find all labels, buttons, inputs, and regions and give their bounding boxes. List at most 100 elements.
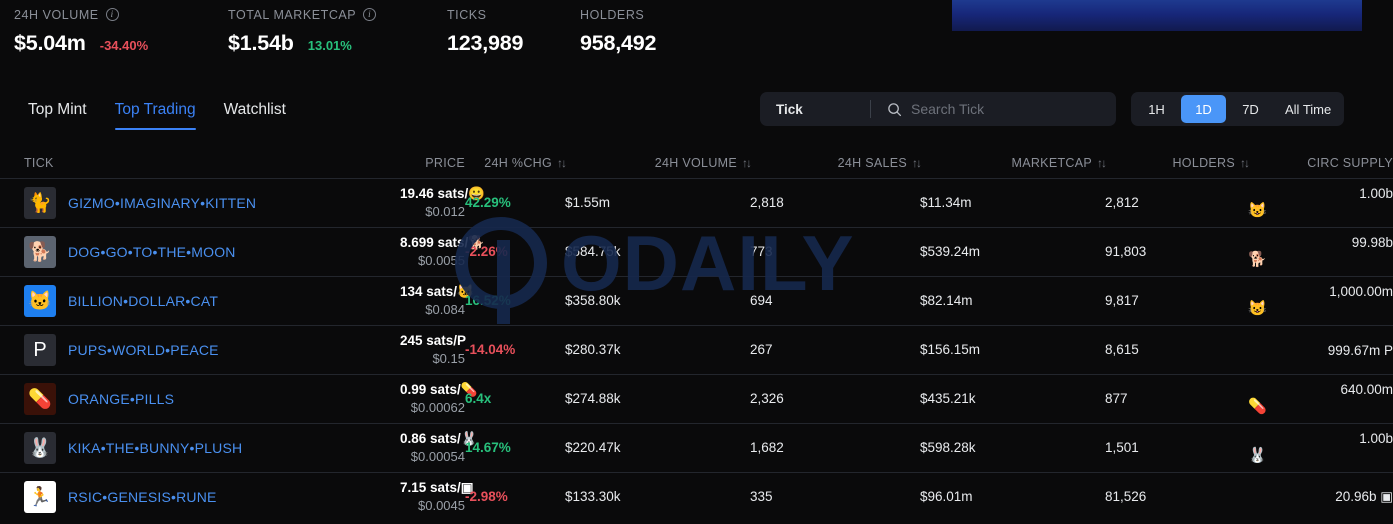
cell-24h-sales: 335: [750, 488, 920, 506]
cell-24h-chg: -14.04%: [465, 341, 565, 359]
cell-tick: 🐱 BILLION•DOLLAR•CAT: [0, 285, 400, 317]
range-1h[interactable]: 1H: [1134, 95, 1179, 123]
stat-card-total-marketcap: TOTAL MARKETCAP i $1.54b 13.01%: [228, 6, 377, 56]
cell-circ-supply: 999.67m P: [1248, 343, 1393, 358]
cell-marketcap-value: $11.34m: [920, 195, 972, 210]
cell-24h-chg: 14.67%: [465, 439, 565, 457]
cell-marketcap: $156.15m: [920, 341, 1105, 359]
column-header-tick[interactable]: TICK: [0, 156, 400, 170]
change-value: 14.67%: [465, 440, 511, 455]
table-row[interactable]: 🐱 BILLION•DOLLAR•CAT 134 sats/🐱 $0.084 16.52…: [0, 276, 1393, 325]
price-sats: 0.99 sats/💊: [400, 381, 478, 397]
cell-holders: 1,501: [1105, 439, 1248, 457]
page-root: 24H VOLUME i $5.04m -34.40% TOTAL MARKETCAP i…: [0, 0, 1393, 524]
cell-marketcap: $96.01m: [920, 488, 1105, 506]
cell-tick: P PUPS•WORLD•PEACE: [0, 334, 400, 366]
table-body: 🐈 GIZMO•IMAGINARY•KITTEN 19.46 sats/😀 $0.01…: [0, 178, 1393, 521]
cell-24h-chg: 16.52%: [465, 292, 565, 310]
cell-24h-volume: $274.88k: [565, 390, 750, 408]
cell-marketcap: $539.24m: [920, 243, 1105, 261]
tick-name-link[interactable]: ORANGE•PILLS: [68, 391, 174, 407]
avatar: 🐰: [24, 432, 56, 464]
tick-name-link[interactable]: DOG•GO•TO•THE•MOON: [68, 244, 236, 260]
cell-24h-sales: 267: [750, 341, 920, 359]
change-value: -2.98%: [465, 489, 508, 504]
cell-price: 8.699 sats/🐕 $0.0055: [400, 234, 485, 271]
tab-bar: Top Mint Top Trading Watchlist: [14, 95, 300, 130]
column-header-holders[interactable]: HOLDERS ↑↓: [1105, 156, 1250, 170]
stat-label-text: 24H VOLUME: [14, 7, 99, 22]
search-icon: [887, 102, 902, 117]
cell-holders-value: 91,803: [1105, 244, 1147, 259]
cell-24h-volume-value: $274.88k: [565, 391, 621, 406]
search-input[interactable]: [911, 101, 1116, 117]
supply-token-icon: 💊: [1248, 398, 1267, 415]
cell-24h-sales-value: 335: [750, 489, 773, 504]
range-7d[interactable]: 7D: [1228, 95, 1273, 123]
tick-name-link[interactable]: BILLION•DOLLAR•CAT: [68, 293, 218, 309]
column-header-marketcap[interactable]: MARKETCAP ↑↓: [920, 156, 1108, 170]
sort-icon: ↑↓: [912, 156, 922, 170]
column-header-24h-chg[interactable]: 24H %CHG ↑↓: [465, 156, 567, 170]
tick-name-link[interactable]: KIKA•THE•BUNNY•PLUSH: [68, 440, 242, 456]
cell-holders: 8,615: [1105, 341, 1248, 359]
stat-value: 958,492: [580, 31, 657, 55]
table-row[interactable]: 🐕 DOG•GO•TO•THE•MOON 8.699 sats/🐕 $0.0055 -2…: [0, 227, 1393, 276]
info-icon[interactable]: i: [105, 8, 119, 21]
cell-24h-volume: $280.37k: [565, 341, 750, 359]
price-usd: $0.0055: [418, 253, 465, 269]
cell-circ-supply: 1.00b 🐰: [1248, 431, 1393, 465]
price-sats: 7.15 sats/▣: [400, 479, 474, 495]
cell-marketcap: $82.14m: [920, 292, 1105, 310]
cell-marketcap-value: $82.14m: [920, 293, 973, 308]
table-row[interactable]: 🏃 RSIC•GENESIS•RUNE 7.15 sats/▣ $0.0045 -2.9…: [0, 472, 1393, 521]
stats-strip: 24H VOLUME i $5.04m -34.40% TOTAL MARKETCAP i…: [0, 0, 1393, 72]
sort-icon: ↑↓: [742, 156, 752, 170]
table-row[interactable]: 🐈 GIZMO•IMAGINARY•KITTEN 19.46 sats/😀 $0.01…: [0, 178, 1393, 227]
table-row[interactable]: 🐰 KIKA•THE•BUNNY•PLUSH 0.86 sats/🐰 $0.00054…: [0, 423, 1393, 472]
change-value: -14.04%: [465, 342, 516, 357]
cell-24h-chg: 42.29%: [465, 194, 565, 212]
cell-24h-volume: $1.55m: [565, 194, 750, 212]
sort-icon: ↑↓: [1097, 156, 1107, 170]
cell-24h-chg: -2.26%: [465, 243, 565, 261]
stat-value-row: 123,989: [447, 31, 524, 56]
range-all-time[interactable]: All Time: [1275, 95, 1341, 123]
tab-watchlist[interactable]: Watchlist: [210, 95, 300, 130]
stat-label: 24H VOLUME i: [14, 6, 148, 23]
range-1d[interactable]: 1D: [1181, 95, 1226, 123]
cell-tick: 💊 ORANGE•PILLS: [0, 383, 400, 415]
time-range-toggle: 1H 1D 7D All Time: [1131, 92, 1345, 126]
cell-price: 0.99 sats/💊 $0.00062: [400, 381, 478, 418]
column-header-circ-supply[interactable]: CIRC SUPPLY: [1248, 156, 1393, 170]
info-icon[interactable]: i: [363, 8, 377, 21]
circ-supply-value: 1.00b: [1359, 431, 1393, 446]
tick-name-link[interactable]: PUPS•WORLD•PEACE: [68, 342, 219, 358]
cell-marketcap: $435.21k: [920, 390, 1105, 408]
search-box[interactable]: Tick: [760, 92, 1116, 126]
cell-24h-sales: 2,326: [750, 390, 920, 408]
avatar: 🏃: [24, 481, 56, 513]
tick-name-link[interactable]: RSIC•GENESIS•RUNE: [68, 489, 217, 505]
cell-tick: 🐈 GIZMO•IMAGINARY•KITTEN: [0, 187, 400, 219]
tab-top-mint[interactable]: Top Mint: [14, 95, 101, 130]
column-header-24h-volume[interactable]: 24H VOLUME ↑↓: [565, 156, 752, 170]
tab-top-trading[interactable]: Top Trading: [101, 95, 210, 130]
stat-label-text: TOTAL MARKETCAP: [228, 7, 357, 22]
table-row[interactable]: 💊 ORANGE•PILLS 0.99 sats/💊 $0.00062 6.4x $274…: [0, 374, 1393, 423]
price-sats: 19.46 sats/😀: [400, 185, 486, 201]
stat-value-row: 958,492: [580, 31, 657, 56]
stat-value-row: $5.04m -34.40%: [14, 31, 148, 56]
table-row[interactable]: P PUPS•WORLD•PEACE 245 sats/P $0.15 -14.04% $…: [0, 325, 1393, 374]
circ-supply-value: 1.00b: [1359, 186, 1393, 201]
cell-circ-supply: 1,000.00m 😺: [1248, 284, 1393, 318]
circ-supply-value: 20.96b ▣: [1335, 489, 1393, 504]
column-header-price[interactable]: PRICE: [400, 156, 465, 170]
circ-supply-value: 999.67m P: [1327, 342, 1393, 358]
cell-24h-volume-value: $220.47k: [565, 440, 621, 455]
cell-holders-value: 9,817: [1105, 293, 1139, 308]
column-header-24h-sales[interactable]: 24H SALES ↑↓: [750, 156, 922, 170]
stat-label: HOLDERS: [580, 6, 656, 23]
cell-marketcap-value: $96.01m: [920, 489, 973, 504]
tick-name-link[interactable]: GIZMO•IMAGINARY•KITTEN: [68, 195, 256, 211]
